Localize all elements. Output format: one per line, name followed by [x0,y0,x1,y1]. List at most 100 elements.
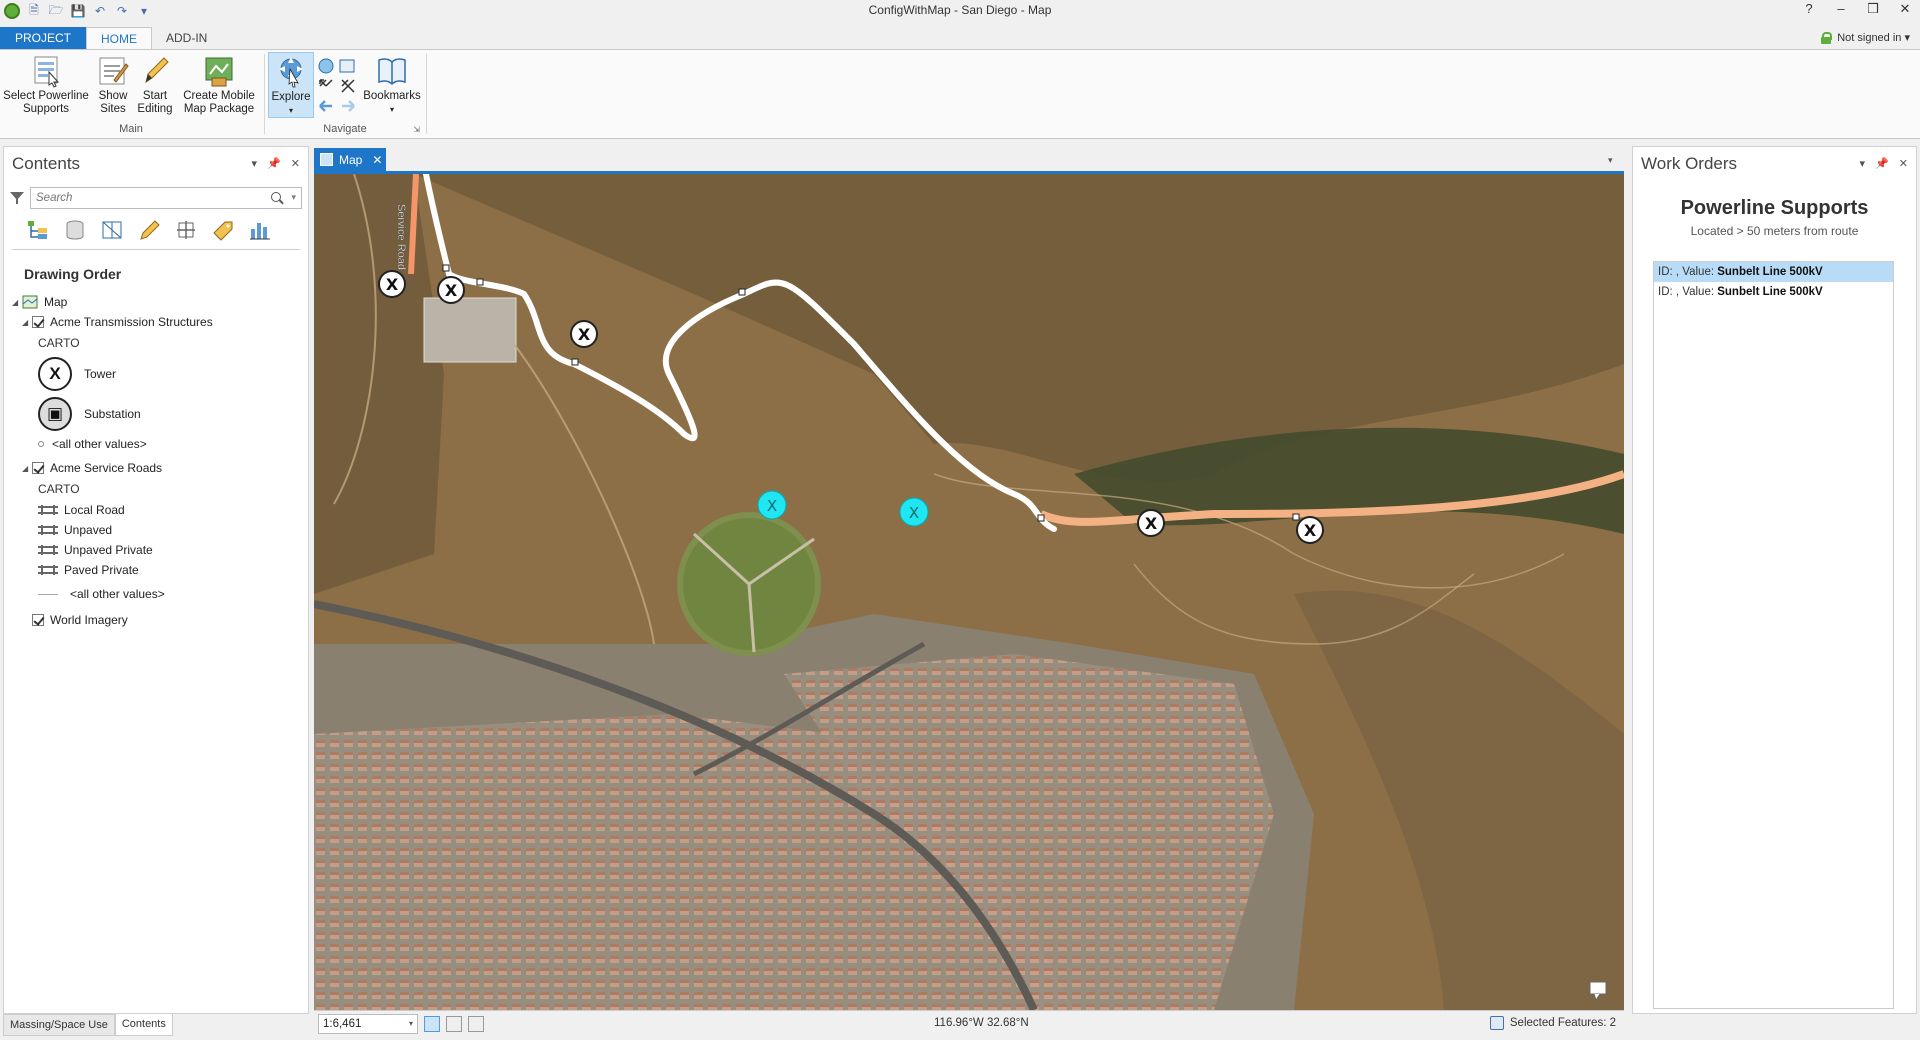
bookmarks-button[interactable]: Bookmarks ▾ [362,54,422,116]
legend-item[interactable]: <all other values> [38,434,308,454]
redo-icon[interactable]: ↷ [114,3,130,19]
legend-item[interactable]: Paved Private [38,560,308,580]
sign-in-status[interactable]: Not signed in ▾ [1821,31,1910,44]
navigation-toggle-icon[interactable] [424,1015,440,1032]
close-icon[interactable]: ✕ [372,153,382,167]
new-project-icon[interactable]: 🗎 [26,3,42,19]
tab-contents[interactable]: Contents [114,1014,173,1036]
legend-item[interactable]: Unpaved Private [38,540,308,560]
create-mobile-map-package-button[interactable]: Create Mobile Map Package [178,54,260,116]
map-canvas[interactable]: Service Road Χ Χ Χ Χ Χ Χ Χ [314,174,1624,1010]
list-item[interactable]: ID: , Value: Sunbelt Line 500kV [1654,282,1893,302]
undo-icon[interactable]: ↶ [92,3,108,19]
pane-options-icon[interactable]: ▾ [1860,157,1866,170]
map-views-dropdown-icon[interactable]: ▾ [1608,155,1613,166]
layer-visibility-checkbox[interactable] [32,614,44,626]
minimize-button[interactable]: – [1832,1,1850,17]
svg-text:Χ: Χ [578,325,591,344]
left-pane-tabs: Massing/Space Use Contents [3,1014,173,1036]
tab-home[interactable]: HOME [86,27,152,49]
map-view-tab[interactable]: Map ✕ [314,148,386,171]
selected-tower-marker[interactable]: Χ [899,497,929,527]
road-symbol-icon [38,545,58,555]
toc-layer-row[interactable]: ◢ Acme Transmission Structures [12,312,308,332]
legend-label: Local Road [64,503,125,517]
close-icon[interactable]: ✕ [291,157,300,170]
list-by-editing-icon[interactable] [137,219,161,241]
explore-dropdown-icon[interactable]: ▾ [289,104,293,117]
select-powerline-supports-button[interactable]: Select Powerline Supports [2,54,90,116]
navigate-launcher-icon[interactable]: ⇲ [413,125,420,134]
help-button[interactable]: ? [1800,1,1818,17]
pane-options-icon[interactable]: ▾ [252,157,258,170]
tower-symbol-icon: Χ [38,357,72,391]
contents-pane-title: Contents [12,154,81,173]
tab-project[interactable]: PROJECT [0,27,86,49]
map-scale-select[interactable]: 1:6,461 ▾ [318,1013,418,1034]
tower-marker[interactable]: Χ [570,320,598,348]
toc-layer-row[interactable]: ◢ Acme Service Roads [12,458,308,478]
other-values-symbol-icon [38,441,44,447]
list-by-snapping-icon[interactable] [174,219,198,241]
pin-icon[interactable]: 📌 [1875,157,1889,170]
search-icon[interactable] [271,192,281,202]
close-button[interactable]: ✕ [1896,1,1914,17]
close-icon[interactable]: ✕ [1899,157,1908,170]
road-label: Service Road [395,204,407,270]
list-item[interactable]: ID: , Value: Sunbelt Line 500kV [1654,262,1893,282]
restore-button[interactable]: ❒ [1864,1,1882,17]
mobile-map-package-icon [205,57,233,87]
toc-layer-row[interactable]: World Imagery [12,610,308,630]
pencil-icon [145,57,169,84]
show-sites-button[interactable]: Show Sites [92,54,134,116]
work-orders-subheading: Located > 50 meters from route [1690,224,1859,238]
tower-marker[interactable]: Χ [1137,509,1165,537]
legend-item[interactable]: Local Road [38,500,308,520]
legend-item[interactable]: ▣ Substation [38,394,308,434]
tab-massing-space-use[interactable]: Massing/Space Use [3,1014,115,1036]
layer-visibility-checkbox[interactable] [32,462,44,474]
bookmarks-dropdown-icon[interactable]: ▾ [390,103,394,116]
fixed-zoom-in-icon[interactable] [339,59,355,73]
selected-tower-marker[interactable]: Χ [757,490,787,520]
legend-item[interactable]: <all other values> [38,584,308,604]
customize-qat-icon[interactable]: ▾ [136,3,152,19]
list-by-drawing-order-icon[interactable] [26,219,50,241]
lock-icon [1821,31,1833,44]
legend-item[interactable]: Unpaved [38,520,308,540]
tower-marker[interactable]: Χ [378,270,406,298]
previous-extent-icon[interactable] [319,100,332,112]
list-by-labeling-icon[interactable] [211,219,235,241]
map-view-icon [320,153,333,166]
save-project-icon[interactable]: 💾 [70,3,86,19]
full-extent-icon[interactable] [318,58,334,74]
table-of-contents: Drawing Order ◢ Map ◢ Acme Transmission … [4,250,308,630]
snapping-toggle-icon[interactable] [446,1015,462,1032]
legend-item[interactable]: Χ Tower [38,354,308,394]
search-options-icon[interactable]: ▾ [291,192,296,203]
layer-visibility-checkbox[interactable] [32,316,44,328]
tab-add-in[interactable]: ADD-IN [152,27,221,49]
list-charts-icon[interactable] [248,219,272,241]
zoom-in-arrows-icon[interactable] [319,79,333,87]
pin-icon[interactable]: 📌 [267,157,281,170]
collapse-icon[interactable]: ◢ [22,318,32,327]
open-project-icon[interactable]: 🗁 [48,3,64,19]
zoom-out-arrows-icon[interactable] [341,79,355,93]
collapse-icon[interactable]: ◢ [22,464,32,473]
explore-button[interactable]: Explore ▾ [268,52,314,118]
start-editing-button[interactable]: Start Editing [134,54,176,116]
window-title: ConfigWithMap - San Diego - Map [868,3,1052,17]
tower-marker[interactable]: Χ [1296,516,1324,544]
list-by-data-source-icon[interactable] [63,219,87,241]
contents-search-input[interactable] [36,192,246,204]
collapse-icon[interactable]: ◢ [12,298,22,307]
next-extent-icon[interactable] [342,100,355,112]
toc-map-row[interactable]: ◢ Map [12,292,308,312]
filter-icon[interactable] [10,191,24,205]
tower-marker[interactable]: Χ [437,276,465,304]
selected-features-indicator[interactable]: Selected Features: 2 [1489,1016,1616,1030]
grid-toggle-icon[interactable] [468,1015,484,1032]
list-by-selection-icon[interactable] [100,219,124,241]
map-coordinates: 116.96°W 32.68°N [934,1017,1029,1029]
